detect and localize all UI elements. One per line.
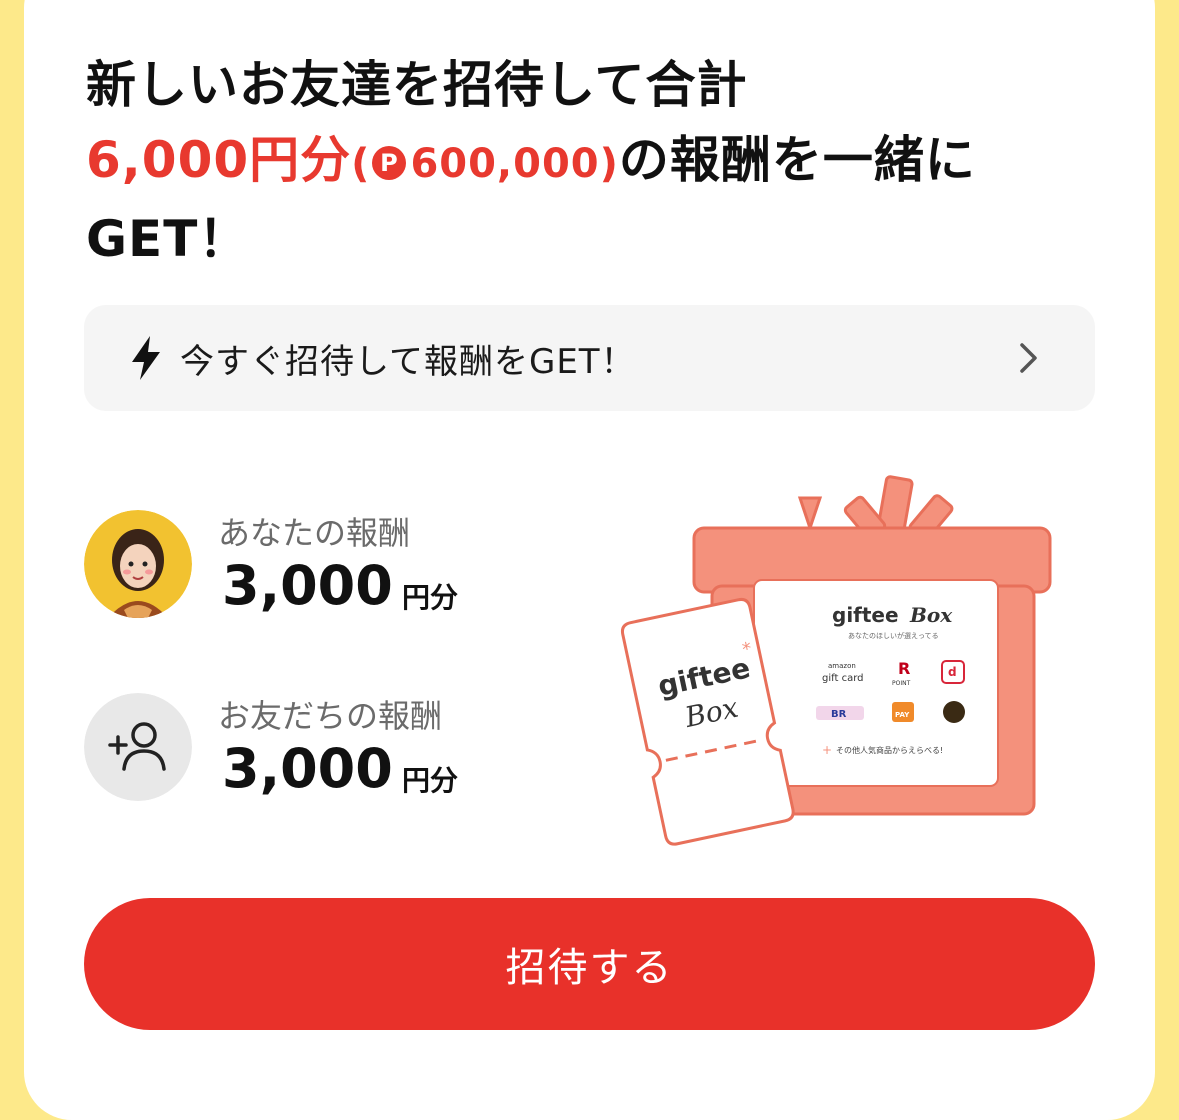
more-text: その他人気商品からえらべる! xyxy=(836,745,943,755)
invite-button[interactable]: 招待する xyxy=(84,898,1095,1030)
brand-pay: PAY xyxy=(895,711,910,719)
friend-reward: お友だちの報酬 3,000 円分 xyxy=(84,693,584,803)
headline-amount: 6,000円分 xyxy=(86,131,352,189)
friend-reward-unit: 円分 xyxy=(402,764,459,797)
friend-reward-amount: 3,000 xyxy=(222,737,393,800)
chevron-right-icon xyxy=(1020,343,1037,373)
box-title: giftee xyxy=(832,603,899,627)
headline-line2-rest: の報酬を一緒に xyxy=(618,131,976,189)
brand-amazon-small: amazon xyxy=(828,662,856,670)
your-reward-unit: 円分 xyxy=(402,581,459,614)
invite-now-banner[interactable]: 今すぐ招待して報酬をGET！ xyxy=(84,305,1095,411)
lightning-bolt-icon xyxy=(132,336,160,380)
your-reward-label: あなたの報酬 xyxy=(218,514,411,552)
box-tagline: あなたのほしいが選えってる xyxy=(848,631,939,640)
page-title: 新しいお友達を招待して合計 6,000円分(P 600,000)の報酬を一緒に G… xyxy=(86,48,1086,277)
paren-close: ) xyxy=(599,141,619,187)
banner-text: 今すぐ招待して報酬をGET！ xyxy=(180,341,636,382)
paren-open: ( xyxy=(351,141,371,187)
avatar xyxy=(84,510,192,618)
brand-br: BR xyxy=(831,709,847,720)
points-icon: P xyxy=(372,146,407,180)
brand-dpoint-small: d xyxy=(948,665,957,679)
headline-line1: 新しいお友達を招待して合計 xyxy=(86,56,748,114)
friend-reward-label: お友だちの報酬 xyxy=(218,697,443,735)
box-title-sub: Box xyxy=(909,603,953,627)
add-friend-icon xyxy=(84,693,192,801)
your-reward-amount: 3,000 xyxy=(222,554,393,617)
headline-points: 600,000 xyxy=(410,141,600,187)
your-reward: あなたの報酬 3,000 円分 xyxy=(84,510,584,620)
brand-amazon: gift card xyxy=(822,673,863,684)
brand-coffee-icon xyxy=(943,701,965,723)
brand-rakuten-r: R xyxy=(898,659,910,678)
headline-line3: GET！ xyxy=(86,210,250,268)
giftee-box-illustration: giftee Box あなたのほしいが選えってる amazon gift car… xyxy=(620,475,1052,846)
brand-rakuten-point: POINT xyxy=(892,680,911,687)
more-plus-icon: + xyxy=(822,743,832,757)
